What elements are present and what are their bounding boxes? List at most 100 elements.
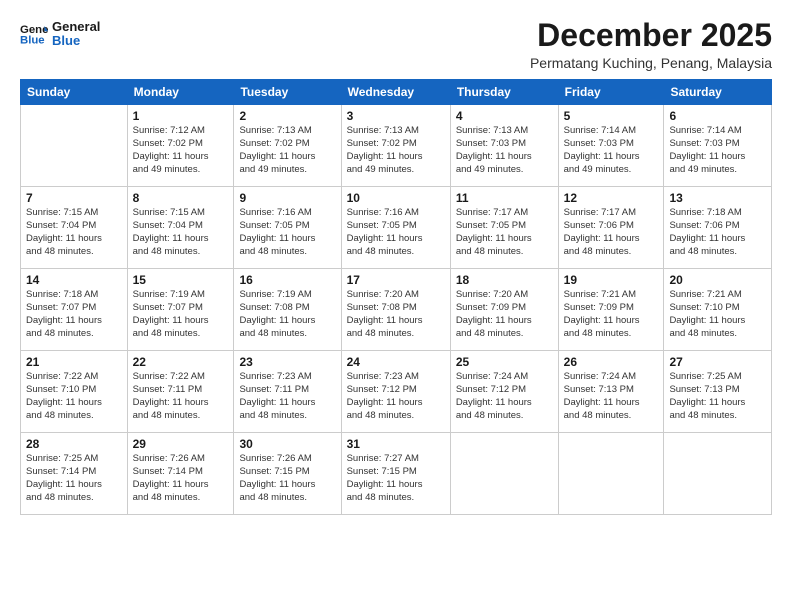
header: General Blue General Blue December 2025 … xyxy=(20,18,772,71)
day-info: Sunrise: 7:26 AM Sunset: 7:15 PM Dayligh… xyxy=(239,453,335,504)
calendar-cell: 22 Sunrise: 7:22 AM Sunset: 7:11 PM Dayli… xyxy=(127,351,234,433)
location: Permatang Kuching, Penang, Malaysia xyxy=(530,55,772,71)
day-info: Sunrise: 7:13 AM Sunset: 7:02 PM Dayligh… xyxy=(347,125,445,176)
page: General Blue General Blue December 2025 … xyxy=(0,0,792,612)
day-info: Sunrise: 7:13 AM Sunset: 7:02 PM Dayligh… xyxy=(239,125,335,176)
calendar-cell: 3Sunrise: 7:13 AM Sunset: 7:02 PM Daylig… xyxy=(341,105,450,187)
calendar-header-saturday: Saturday xyxy=(664,80,772,105)
day-number: 21 xyxy=(26,355,122,369)
calendar-cell: 23 Sunrise: 7:23 AM Sunset: 7:11 PM Dayli… xyxy=(234,351,341,433)
day-info: Sunrise: 7:26 AM Sunset: 7:14 PM Dayligh… xyxy=(133,453,229,504)
calendar-header-monday: Monday xyxy=(127,80,234,105)
calendar-header-thursday: Thursday xyxy=(450,80,558,105)
calendar-header-tuesday: Tuesday xyxy=(234,80,341,105)
day-number: 16 xyxy=(239,273,335,287)
calendar-cell: 13 Sunrise: 7:18 AM Sunset: 7:06 PM Dayli… xyxy=(664,187,772,269)
day-info: Sunrise: 7:21 AM Sunset: 7:09 PM Dayligh… xyxy=(564,289,659,340)
day-number: 2 xyxy=(239,109,335,123)
calendar-cell: 24 Sunrise: 7:23 AM Sunset: 7:12 PM Dayli… xyxy=(341,351,450,433)
day-number: 20 xyxy=(669,273,766,287)
calendar-cell: 29Sunrise: 7:26 AM Sunset: 7:14 PM Dayli… xyxy=(127,433,234,515)
svg-text:Blue: Blue xyxy=(20,35,45,47)
day-info: Sunrise: 7:21 AM Sunset: 7:10 PM Dayligh… xyxy=(669,289,766,340)
day-info: Sunrise: 7:23 AM Sunset: 7:11 PM Dayligh… xyxy=(239,371,335,422)
logo-line2: Blue xyxy=(52,34,100,48)
calendar-cell: 25 Sunrise: 7:24 AM Sunset: 7:12 PM Dayli… xyxy=(450,351,558,433)
day-number: 8 xyxy=(133,191,229,205)
day-number: 6 xyxy=(669,109,766,123)
logo-line1: General xyxy=(52,20,100,34)
calendar-cell: 17 Sunrise: 7:20 AM Sunset: 7:08 PM Dayli… xyxy=(341,269,450,351)
day-info: Sunrise: 7:12 AM Sunset: 7:02 PM Dayligh… xyxy=(133,125,229,176)
day-info: Sunrise: 7:15 AM Sunset: 7:04 PM Dayligh… xyxy=(26,207,122,258)
day-number: 5 xyxy=(564,109,659,123)
calendar-cell xyxy=(664,433,772,515)
day-info: Sunrise: 7:24 AM Sunset: 7:12 PM Dayligh… xyxy=(456,371,553,422)
calendar-week-row: 14 Sunrise: 7:18 AM Sunset: 7:07 PM Dayli… xyxy=(21,269,772,351)
day-number: 23 xyxy=(239,355,335,369)
calendar-cell: 9 Sunrise: 7:16 AM Sunset: 7:05 PM Daylig… xyxy=(234,187,341,269)
calendar-cell: 19 Sunrise: 7:21 AM Sunset: 7:09 PM Dayli… xyxy=(558,269,664,351)
day-number: 27 xyxy=(669,355,766,369)
day-number: 10 xyxy=(347,191,445,205)
calendar-cell: 14 Sunrise: 7:18 AM Sunset: 7:07 PM Dayli… xyxy=(21,269,128,351)
day-info: Sunrise: 7:23 AM Sunset: 7:12 PM Dayligh… xyxy=(347,371,445,422)
day-number: 9 xyxy=(239,191,335,205)
day-info: Sunrise: 7:14 AM Sunset: 7:03 PM Dayligh… xyxy=(669,125,766,176)
month-title: December 2025 xyxy=(530,18,772,53)
day-number: 7 xyxy=(26,191,122,205)
calendar-cell: 10 Sunrise: 7:16 AM Sunset: 7:05 PM Dayli… xyxy=(341,187,450,269)
calendar-cell: 6 Sunrise: 7:14 AM Sunset: 7:03 PM Daylig… xyxy=(664,105,772,187)
day-info: Sunrise: 7:25 AM Sunset: 7:14 PM Dayligh… xyxy=(26,453,122,504)
day-info: Sunrise: 7:16 AM Sunset: 7:05 PM Dayligh… xyxy=(239,207,335,258)
day-number: 15 xyxy=(133,273,229,287)
day-info: Sunrise: 7:19 AM Sunset: 7:07 PM Dayligh… xyxy=(133,289,229,340)
day-info: Sunrise: 7:16 AM Sunset: 7:05 PM Dayligh… xyxy=(347,207,445,258)
calendar-cell: 21 Sunrise: 7:22 AM Sunset: 7:10 PM Dayli… xyxy=(21,351,128,433)
day-info: Sunrise: 7:20 AM Sunset: 7:09 PM Dayligh… xyxy=(456,289,553,340)
day-info: Sunrise: 7:17 AM Sunset: 7:05 PM Dayligh… xyxy=(456,207,553,258)
day-info: Sunrise: 7:14 AM Sunset: 7:03 PM Dayligh… xyxy=(564,125,659,176)
calendar-cell: 31 Sunrise: 7:27 AM Sunset: 7:15 PM Dayli… xyxy=(341,433,450,515)
day-number: 22 xyxy=(133,355,229,369)
calendar-cell: 28 Sunrise: 7:25 AM Sunset: 7:14 PM Dayli… xyxy=(21,433,128,515)
day-number: 31 xyxy=(347,437,445,451)
day-number: 24 xyxy=(347,355,445,369)
day-info: Sunrise: 7:25 AM Sunset: 7:13 PM Dayligh… xyxy=(669,371,766,422)
calendar-cell: 30Sunrise: 7:26 AM Sunset: 7:15 PM Dayli… xyxy=(234,433,341,515)
day-info: Sunrise: 7:27 AM Sunset: 7:15 PM Dayligh… xyxy=(347,453,445,504)
day-number: 4 xyxy=(456,109,553,123)
day-info: Sunrise: 7:22 AM Sunset: 7:11 PM Dayligh… xyxy=(133,371,229,422)
calendar-cell: 26Sunrise: 7:24 AM Sunset: 7:13 PM Dayli… xyxy=(558,351,664,433)
day-number: 14 xyxy=(26,273,122,287)
calendar-week-row: 28 Sunrise: 7:25 AM Sunset: 7:14 PM Dayli… xyxy=(21,433,772,515)
calendar-header-wednesday: Wednesday xyxy=(341,80,450,105)
logo-icon: General Blue xyxy=(20,19,48,47)
day-info: Sunrise: 7:18 AM Sunset: 7:06 PM Dayligh… xyxy=(669,207,766,258)
calendar-cell: 15 Sunrise: 7:19 AM Sunset: 7:07 PM Dayli… xyxy=(127,269,234,351)
day-number: 1 xyxy=(133,109,229,123)
calendar-cell: 2 Sunrise: 7:13 AM Sunset: 7:02 PM Daylig… xyxy=(234,105,341,187)
day-number: 28 xyxy=(26,437,122,451)
day-info: Sunrise: 7:19 AM Sunset: 7:08 PM Dayligh… xyxy=(239,289,335,340)
day-info: Sunrise: 7:24 AM Sunset: 7:13 PM Dayligh… xyxy=(564,371,659,422)
calendar-cell: 16 Sunrise: 7:19 AM Sunset: 7:08 PM Dayli… xyxy=(234,269,341,351)
calendar-week-row: 21 Sunrise: 7:22 AM Sunset: 7:10 PM Dayli… xyxy=(21,351,772,433)
day-info: Sunrise: 7:22 AM Sunset: 7:10 PM Dayligh… xyxy=(26,371,122,422)
calendar-cell: 27 Sunrise: 7:25 AM Sunset: 7:13 PM Dayli… xyxy=(664,351,772,433)
day-number: 11 xyxy=(456,191,553,205)
day-number: 19 xyxy=(564,273,659,287)
day-info: Sunrise: 7:18 AM Sunset: 7:07 PM Dayligh… xyxy=(26,289,122,340)
day-info: Sunrise: 7:13 AM Sunset: 7:03 PM Dayligh… xyxy=(456,125,553,176)
day-number: 13 xyxy=(669,191,766,205)
calendar-header-row: SundayMondayTuesdayWednesdayThursdayFrid… xyxy=(21,80,772,105)
calendar-cell: 18Sunrise: 7:20 AM Sunset: 7:09 PM Dayli… xyxy=(450,269,558,351)
calendar-cell: 5 Sunrise: 7:14 AM Sunset: 7:03 PM Daylig… xyxy=(558,105,664,187)
day-number: 17 xyxy=(347,273,445,287)
day-info: Sunrise: 7:20 AM Sunset: 7:08 PM Dayligh… xyxy=(347,289,445,340)
calendar-cell xyxy=(558,433,664,515)
calendar-cell: 11 Sunrise: 7:17 AM Sunset: 7:05 PM Dayli… xyxy=(450,187,558,269)
calendar-cell xyxy=(21,105,128,187)
day-info: Sunrise: 7:17 AM Sunset: 7:06 PM Dayligh… xyxy=(564,207,659,258)
day-number: 25 xyxy=(456,355,553,369)
